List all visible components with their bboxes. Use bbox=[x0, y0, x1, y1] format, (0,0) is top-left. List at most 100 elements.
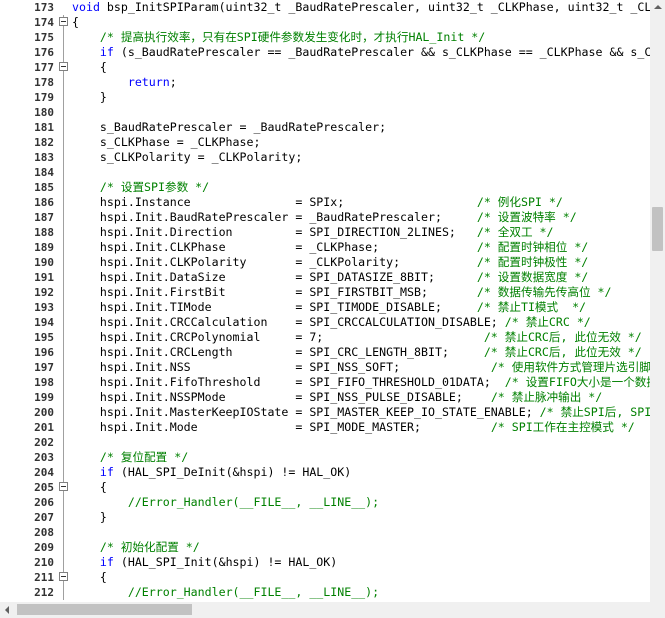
horizontal-scrollbar[interactable] bbox=[0, 602, 650, 618]
code-line[interactable]: 195 hspi.Init.CRCPolynomial = 7; /* 禁止CR… bbox=[0, 330, 650, 345]
code-line[interactable]: 204 if (HAL_SPI_DeInit(&hspi) != HAL_OK) bbox=[0, 465, 650, 480]
fold-guide bbox=[63, 315, 64, 330]
line-number: 178 bbox=[34, 76, 54, 89]
code-line[interactable]: 182 s_CLKPhase = _CLKPhase; bbox=[0, 135, 650, 150]
code-line[interactable]: 194 hspi.Init.CRCCalculation = SPI_CRCCA… bbox=[0, 315, 650, 330]
code-line[interactable]: 187 hspi.Init.BaudRatePrescaler = _BaudR… bbox=[0, 210, 650, 225]
code-line[interactable]: 208 bbox=[0, 525, 650, 540]
line-number: 180 bbox=[34, 106, 54, 119]
fold-toggle-icon[interactable] bbox=[59, 62, 68, 71]
fold-guide bbox=[63, 270, 64, 285]
fold-guide bbox=[63, 75, 64, 90]
code-line[interactable]: 181 s_BaudRatePrescaler = _BaudRatePresc… bbox=[0, 120, 650, 135]
code-line[interactable]: 203 /* 复位配置 */ bbox=[0, 450, 650, 465]
line-number: 191 bbox=[34, 271, 54, 284]
fold-guide bbox=[63, 405, 64, 420]
code-line[interactable]: 211 { bbox=[0, 570, 650, 585]
code-line[interactable]: 202 bbox=[0, 435, 650, 450]
line-number: 182 bbox=[34, 136, 54, 149]
code-line[interactable]: 186 hspi.Instance = SPIx; /* 例化SPI */ bbox=[0, 195, 650, 210]
fold-guide bbox=[63, 285, 64, 300]
code-line[interactable]: 196 hspi.Init.CRCLength = SPI_CRC_LENGTH… bbox=[0, 345, 650, 360]
code-text: hspi.Init.FifoThreshold = SPI_FIFO_THRES… bbox=[72, 375, 650, 390]
comment-token: /* 提高执行效率，只有在SPI硬件参数发生变化时，才执行HAL_Init */ bbox=[99, 30, 486, 44]
code-token: hspi.Init.CLKPolarity = _CLKPolarity; bbox=[72, 255, 477, 269]
code-line[interactable]: 191 hspi.Init.DataSize = SPI_DATASIZE_8B… bbox=[0, 270, 650, 285]
code-text: hspi.Init.FirstBit = SPI_FIRSTBIT_MSB; /… bbox=[72, 285, 612, 300]
code-token: hspi.Init.NSS = SPI_NSS_SOFT; bbox=[72, 360, 491, 374]
comment-token: /* 使用软件方式管理片选引脚 */ bbox=[490, 360, 650, 374]
comment-token: /* 设置FIFO大小是一个数据项 */ bbox=[504, 375, 650, 389]
code-line[interactable]: 189 hspi.Init.CLKPhase = _CLKPhase; /* 配… bbox=[0, 240, 650, 255]
code-editor[interactable]: 173 void bsp_InitSPIParam(uint32_t _BaudR… bbox=[0, 0, 650, 602]
code-token: hspi.Init.DataSize = SPI_DATASIZE_8BIT; bbox=[72, 270, 477, 284]
code-text: s_CLKPolarity = _CLKPolarity; bbox=[72, 150, 302, 165]
code-text: //Error_Handler(__FILE__, __LINE__); bbox=[72, 585, 379, 600]
code-line[interactable]: 176 if (s_BaudRatePrescaler == _BaudRate… bbox=[0, 45, 650, 60]
code-line[interactable]: 198 hspi.Init.FifoThreshold = SPI_FIFO_T… bbox=[0, 375, 650, 390]
code-text: if (s_BaudRatePrescaler == _BaudRatePres… bbox=[72, 45, 650, 60]
fold-guide bbox=[63, 210, 64, 225]
code-token: { bbox=[72, 480, 107, 494]
code-line[interactable]: 193 hspi.Init.TIMode = SPI_TIMODE_DISABL… bbox=[0, 300, 650, 315]
code-line[interactable]: 177 { bbox=[0, 60, 650, 75]
comment-token: //Error_Handler(__FILE__, __LINE__); bbox=[127, 495, 380, 509]
code-token: hspi.Init.BaudRatePrescaler = _BaudRateP… bbox=[72, 210, 477, 224]
code-text: if (HAL_SPI_DeInit(&hspi) != HAL_OK) bbox=[72, 465, 351, 480]
code-line[interactable]: 200 hspi.Init.MasterKeepIOState = SPI_MA… bbox=[0, 405, 650, 420]
line-number: 186 bbox=[34, 196, 54, 209]
line-number: 200 bbox=[34, 406, 54, 419]
code-line[interactable]: 174 { bbox=[0, 15, 650, 30]
code-line[interactable]: 179 } bbox=[0, 90, 650, 105]
code-line[interactable]: 197 hspi.Init.NSS = SPI_NSS_SOFT; /* 使用软… bbox=[0, 360, 650, 375]
code-text: hspi.Init.CRCPolynomial = 7; /* 禁止CRC后, … bbox=[72, 330, 642, 345]
code-line[interactable]: 192 hspi.Init.FirstBit = SPI_FIRSTBIT_MS… bbox=[0, 285, 650, 300]
code-line[interactable]: 188 hspi.Init.Direction = SPI_DIRECTION_… bbox=[0, 225, 650, 240]
code-line[interactable]: 210 if (HAL_SPI_Init(&hspi) != HAL_OK) bbox=[0, 555, 650, 570]
fold-guide bbox=[63, 45, 64, 60]
fold-toggle-icon[interactable] bbox=[59, 572, 68, 581]
code-line[interactable]: 207 } bbox=[0, 510, 650, 525]
comment-token: /* 禁止脉冲输出 */ bbox=[490, 390, 603, 404]
line-number: 185 bbox=[34, 181, 54, 194]
code-text: hspi.Init.TIMode = SPI_TIMODE_DISABLE; /… bbox=[72, 300, 586, 315]
code-line[interactable]: 185 /* 设置SPI参数 */ bbox=[0, 180, 650, 195]
code-line[interactable]: 209 /* 初始化配置 */ bbox=[0, 540, 650, 555]
code-line[interactable]: 183 s_CLKPolarity = _CLKPolarity; bbox=[0, 150, 650, 165]
code-line[interactable]: 173 void bsp_InitSPIParam(uint32_t _BaudR… bbox=[0, 0, 650, 15]
comment-token: /* 禁止CRC */ bbox=[504, 315, 591, 329]
code-text: hspi.Init.MasterKeepIOState = SPI_MASTER… bbox=[72, 405, 650, 420]
scroll-up-arrow-icon[interactable] bbox=[654, 5, 662, 9]
code-line[interactable]: 205 { bbox=[0, 480, 650, 495]
comment-token: /* 禁止CRC后, 此位无效 */ bbox=[483, 345, 642, 359]
comment-token: /* 设置波特率 */ bbox=[476, 210, 577, 224]
keyword-token: if bbox=[99, 45, 114, 59]
vertical-scrollbar[interactable] bbox=[650, 0, 665, 602]
code-line[interactable]: 206 //Error_Handler(__FILE__, __LINE__); bbox=[0, 495, 650, 510]
code-line[interactable]: 190 hspi.Init.CLKPolarity = _CLKPolarity… bbox=[0, 255, 650, 270]
code-text: hspi.Init.BaudRatePrescaler = _BaudRateP… bbox=[72, 210, 577, 225]
code-line[interactable]: 180 bbox=[0, 105, 650, 120]
code-token: hspi.Instance = SPIx; bbox=[72, 195, 477, 209]
code-text: } bbox=[72, 90, 107, 105]
line-number: 183 bbox=[34, 151, 54, 164]
code-line[interactable]: 212 //Error_Handler(__FILE__, __LINE__); bbox=[0, 585, 650, 600]
fold-guide bbox=[63, 90, 64, 105]
line-number: 205 bbox=[34, 481, 54, 494]
vertical-scroll-thumb[interactable] bbox=[652, 207, 663, 251]
code-line[interactable]: 201 hspi.Init.Mode = SPI_MODE_MASTER; /*… bbox=[0, 420, 650, 435]
scroll-left-arrow-icon[interactable] bbox=[5, 606, 9, 614]
code-text: s_BaudRatePrescaler = _BaudRatePrescaler… bbox=[72, 120, 386, 135]
fold-toggle-icon[interactable] bbox=[59, 482, 68, 491]
code-line[interactable]: 178 return; bbox=[0, 75, 650, 90]
horizontal-scroll-thumb[interactable] bbox=[17, 604, 192, 615]
code-line[interactable]: 199 hspi.Init.NSSPMode = SPI_NSS_PULSE_D… bbox=[0, 390, 650, 405]
fold-toggle-icon[interactable] bbox=[59, 17, 68, 26]
keyword-token: if bbox=[99, 465, 114, 479]
code-line[interactable]: 175 /* 提高执行效率，只有在SPI硬件参数发生变化时，才执行HAL_Ini… bbox=[0, 30, 650, 45]
code-token: } bbox=[72, 90, 107, 104]
code-line[interactable]: 184 bbox=[0, 165, 650, 180]
